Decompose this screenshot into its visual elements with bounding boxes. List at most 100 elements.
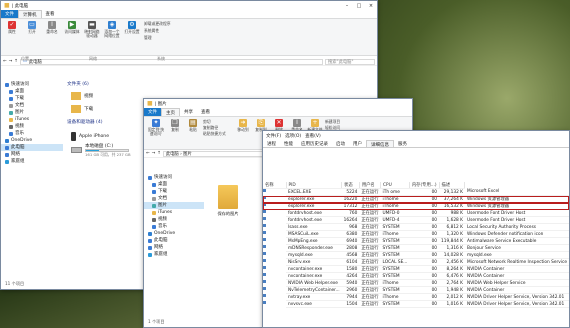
- nav-item-itunes[interactable]: iTunes: [144, 209, 204, 216]
- menu-view[interactable]: 查看(V): [305, 133, 321, 139]
- open-button[interactable]: ▭ 打开: [24, 21, 40, 53]
- table-row[interactable]: mysqld.exe 4568 正在运行 SYSTEM 00 14,028 Kmysqld…: [263, 251, 569, 260]
- col-user[interactable]: 用户名: [359, 182, 382, 190]
- tab-file[interactable]: 文件: [1, 10, 18, 18]
- table-row[interactable]: explorer.exe 16220 正在运行 iThome 00 37,264 K Win…: [263, 195, 569, 204]
- copy-button[interactable]: ❐ 复制: [167, 119, 183, 147]
- nav-item-itunes[interactable]: iTunes: [1, 116, 63, 123]
- nav-item-music[interactable]: 音乐: [1, 130, 63, 137]
- back-icon[interactable]: ←: [3, 59, 7, 64]
- nav-item-documents[interactable]: 文档: [144, 195, 204, 202]
- nav-item-music[interactable]: 音乐: [144, 223, 204, 230]
- nav-item-downloads[interactable]: 下载: [144, 188, 204, 195]
- table-row[interactable]: fontdrvhost.exe 16264 正在运行 UMFD-4 00 1,628 KU…: [263, 216, 569, 225]
- nav-item-this-pc[interactable]: 此电脑: [1, 144, 63, 151]
- col-status[interactable]: 状态: [341, 182, 360, 190]
- col-cpu[interactable]: CPU: [380, 182, 410, 190]
- back-icon[interactable]: ←: [146, 151, 150, 156]
- folder-saved-pictures[interactable]: 保存的图片: [214, 185, 242, 217]
- col-name[interactable]: 名称: [263, 182, 287, 190]
- nav-item-desktop[interactable]: 桌面: [144, 181, 204, 188]
- manage-button[interactable]: 管理: [144, 35, 214, 41]
- menu-file[interactable]: 文件(F): [266, 133, 281, 139]
- tab-view[interactable]: 查看: [42, 10, 59, 18]
- add-network-location-button[interactable]: ◈ 添加一个网络位置: [104, 21, 120, 53]
- map-drive-button[interactable]: ▬ 映射网络驱动器: [84, 21, 100, 53]
- device-iphone[interactable]: Apple iPhone: [71, 129, 147, 143]
- section-devices[interactable]: 设备和驱动器 (4): [67, 119, 147, 129]
- folder-downloads[interactable]: 下载: [71, 102, 147, 115]
- tab-file[interactable]: 文件: [144, 108, 161, 116]
- nav-item-homegroup[interactable]: 家庭组: [144, 251, 204, 258]
- nav-item-onedrive[interactable]: OneDrive: [1, 137, 63, 144]
- folder-icon: [218, 185, 238, 209]
- nav-item-network[interactable]: 网络: [1, 151, 63, 158]
- drive-c[interactable]: 本地磁盘 (C:) 161 GB 可用，共 237 GB: [71, 143, 147, 157]
- open-settings-button[interactable]: ⚙ 打开设置: [124, 21, 140, 53]
- tab-performance[interactable]: 性能: [280, 140, 297, 147]
- table-row[interactable]: nvvsvc.exe 1504 正在运行 SYSTEM 00 1,016 K NVIDIA …: [263, 300, 569, 309]
- table-row[interactable]: MSASCuiL.exe 6380 正在运行 iThome 00 1,320 K Windo…: [263, 230, 569, 239]
- rename-button[interactable]: I重命名: [44, 21, 60, 53]
- table-row[interactable]: NisSrv.exe 6104 正在运行 LOCAL SE... 00 2,456 K Mi…: [263, 258, 569, 267]
- move-to-button[interactable]: ➜ 移动到: [235, 119, 251, 147]
- nav-item-documents[interactable]: 文档: [1, 102, 63, 109]
- nav-item-onedrive[interactable]: OneDrive: [144, 230, 204, 237]
- col-description[interactable]: 描述: [439, 182, 466, 190]
- tab-home[interactable]: 主页: [161, 108, 180, 116]
- nav-item-desktop[interactable]: 桌面: [1, 88, 63, 95]
- forward-icon[interactable]: →: [152, 151, 156, 156]
- tab-services[interactable]: 服务: [394, 140, 411, 147]
- table-row[interactable]: nvcontainer.exe 1580 正在运行 SYSTEM 00 8,264 K NV…: [263, 265, 569, 274]
- section-folders[interactable]: 文件夹 (6): [67, 81, 147, 89]
- paste-shortcut-button[interactable]: 粘贴快捷方式: [203, 131, 233, 137]
- nav-item-quick-access[interactable]: 快速访问: [144, 174, 204, 181]
- maximize-icon[interactable]: □: [353, 3, 365, 9]
- tab-view[interactable]: 查看: [197, 108, 214, 116]
- col-pid[interactable]: PID: [286, 182, 343, 190]
- table-row[interactable]: EXCEL.EXE 5224 正在运行 iTh ome 00 29,132 K Micros…: [263, 188, 569, 197]
- paste-button[interactable]: ▤ 粘贴: [185, 119, 201, 147]
- tab-startup[interactable]: 启动: [332, 140, 349, 147]
- nav-item-network[interactable]: 网络: [144, 244, 204, 251]
- folder-videos[interactable]: 视频: [71, 89, 147, 102]
- minimize-icon[interactable]: –: [341, 3, 353, 9]
- table-row[interactable]: explorer.exe 17312 正在运行 iThome 00 16,532 K Win…: [263, 202, 569, 211]
- pin-quick-access-button[interactable]: ✦ 固定到'快速访问': [147, 119, 165, 147]
- tab-computer[interactable]: 计算机: [18, 10, 42, 18]
- col-memory[interactable]: 内存(专用...): [409, 182, 440, 190]
- nav-item-this-pc[interactable]: 此电脑: [144, 237, 204, 244]
- tab-details[interactable]: 详细信息: [366, 140, 394, 148]
- table-row[interactable]: nvtray.exe 7944 正在运行 iThome 00 2,012 K NVIDIA …: [263, 293, 569, 302]
- nav-item-pictures[interactable]: 图片: [144, 202, 204, 209]
- table-row[interactable]: MsMpEng.exe 6940 正在运行 SYSTEM 00 119,844 K Anti…: [263, 237, 569, 246]
- up-icon[interactable]: ↑: [157, 151, 161, 156]
- table-row[interactable]: nvcontainer.exe 4264 正在运行 SYSTEM 00 6,476 K NV…: [263, 272, 569, 281]
- tab-users[interactable]: 用户: [349, 140, 366, 147]
- folder-icon: [152, 210, 156, 215]
- properties-button[interactable]: ✓ 属性: [4, 21, 20, 53]
- table-row[interactable]: mDNSResponder.exe 2808 正在运行 SYSTEM 00 1,316 K…: [263, 244, 569, 253]
- table-row[interactable]: fontdrvhost.exe 760 正在运行 UMFD-0 00 988 K Userm…: [263, 209, 569, 218]
- system-small-buttons: 卸载或更改程序 系统属性 管理: [144, 21, 214, 53]
- nav-item-downloads[interactable]: 下载: [1, 95, 63, 102]
- close-icon[interactable]: ×: [365, 3, 377, 9]
- nav-item-pictures[interactable]: 图片: [1, 109, 63, 116]
- system-properties-button[interactable]: 系统属性: [144, 28, 214, 34]
- table-row[interactable]: NVIDIA Web Helper.exe 5940 正在运行 iThome 00 2,7…: [263, 279, 569, 288]
- access-media-button[interactable]: ▶ 访问媒体: [64, 21, 80, 53]
- tab-app-history[interactable]: 应用历史记录: [297, 140, 332, 147]
- search-input[interactable]: 搜索"此电脑": [325, 58, 375, 65]
- table-row[interactable]: NvTelemetryContainer... 2960 正在运行 SYSTEM 00 1…: [263, 286, 569, 295]
- nav-item-quick-access[interactable]: 快速访问: [1, 81, 63, 88]
- nav-item-videos[interactable]: 视频: [1, 123, 63, 130]
- tab-processes[interactable]: 进程: [263, 140, 280, 147]
- forward-icon[interactable]: →: [9, 59, 13, 64]
- nav-item-videos[interactable]: 视频: [144, 216, 204, 223]
- uninstall-button[interactable]: 卸载或更改程序: [144, 21, 214, 27]
- up-icon[interactable]: ↑: [14, 59, 18, 64]
- nav-item-homegroup[interactable]: 家庭组: [1, 158, 63, 165]
- table-row[interactable]: lsass.exe 968 正在运行 SYSTEM 00 6,812 K Local Sec…: [263, 223, 569, 232]
- menu-options[interactable]: 选项(O): [285, 133, 301, 139]
- tab-share[interactable]: 共享: [180, 108, 197, 116]
